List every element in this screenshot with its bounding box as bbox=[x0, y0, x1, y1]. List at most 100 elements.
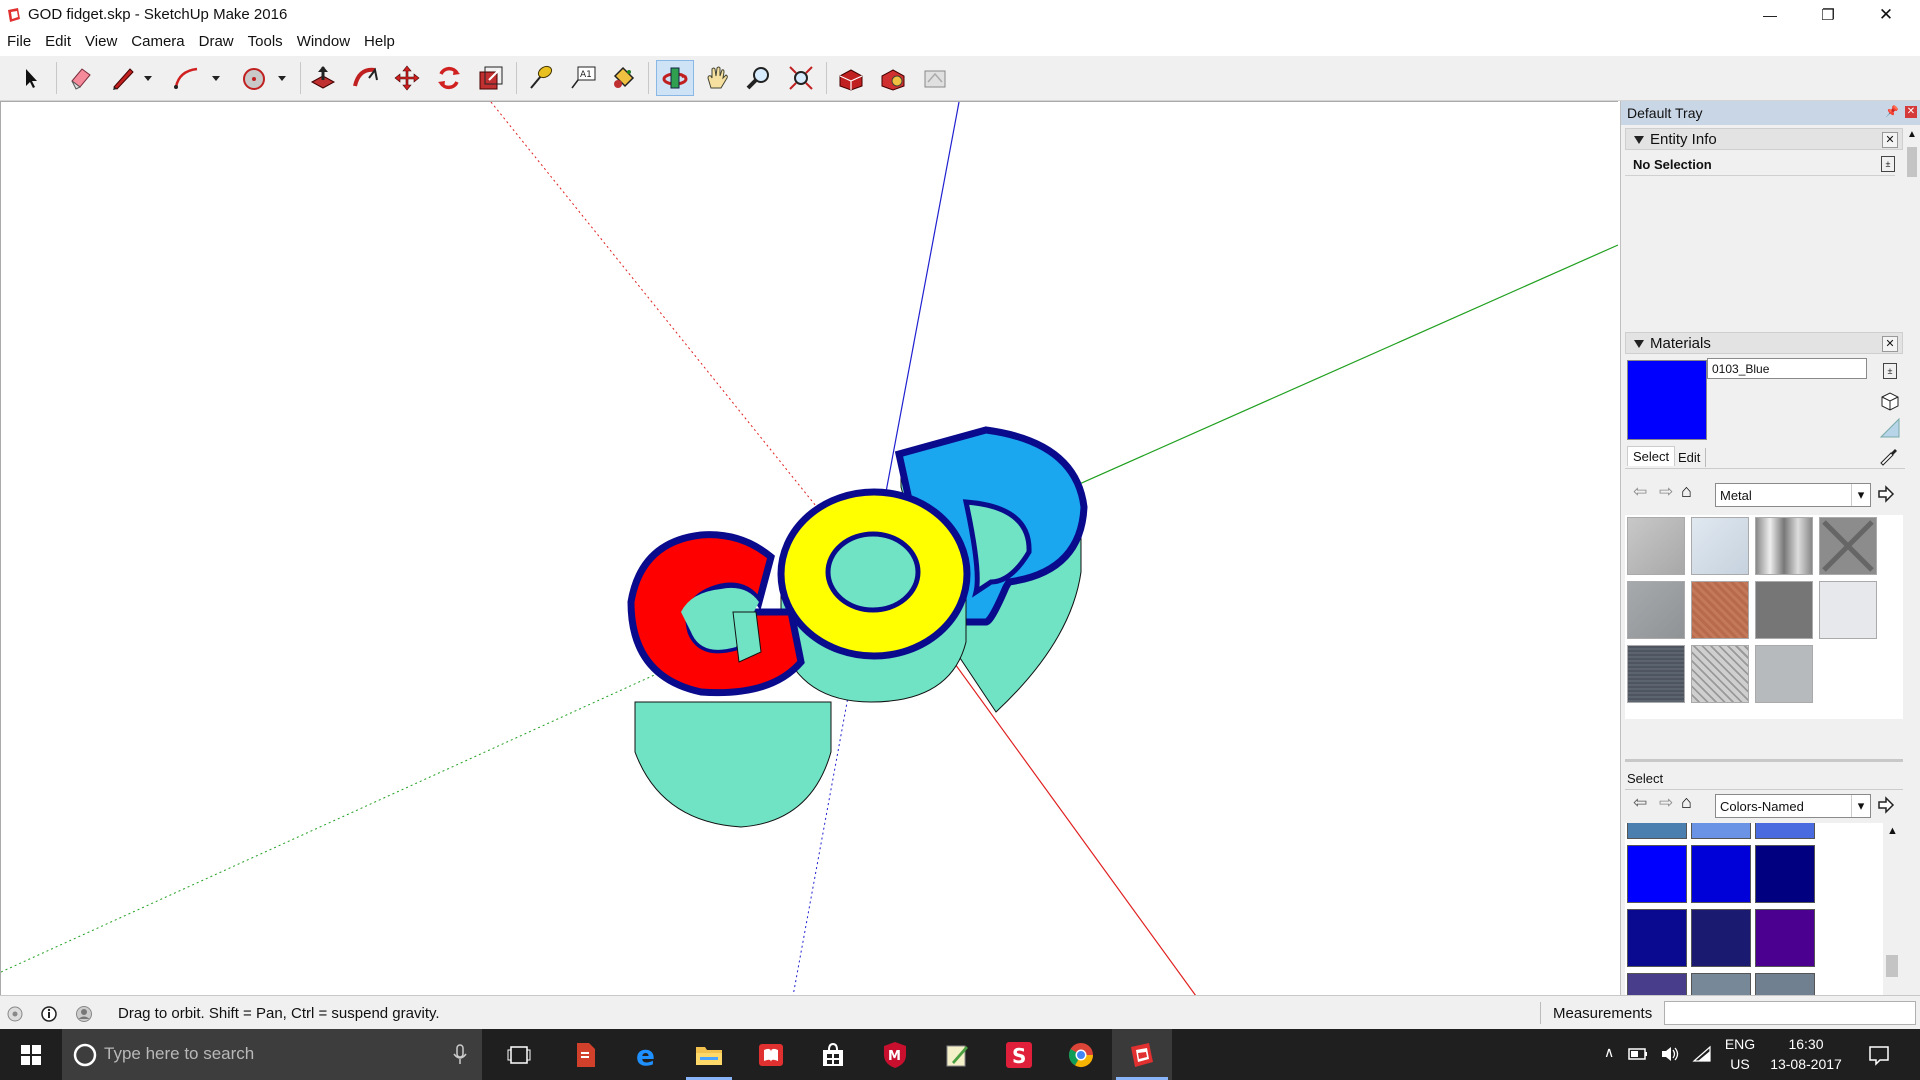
secondary-back-arrow-icon[interactable]: ⇦ bbox=[1633, 793, 1647, 813]
clock-time[interactable]: 16:30 bbox=[1766, 1036, 1846, 1052]
scene-canvas[interactable] bbox=[1, 102, 1618, 996]
create-material-icon[interactable] bbox=[1879, 389, 1901, 411]
taskbar-app-mcafee[interactable]: M bbox=[868, 1029, 922, 1080]
input-language[interactable]: ENG bbox=[1722, 1036, 1758, 1052]
swatch-metal-9[interactable] bbox=[1627, 645, 1685, 703]
action-center-icon[interactable] bbox=[1868, 1044, 1890, 1066]
tray-scrollbar[interactable]: ▲ bbox=[1905, 127, 1919, 995]
swatch-metal-2[interactable] bbox=[1691, 517, 1749, 575]
swatch-color-7[interactable] bbox=[1627, 909, 1687, 967]
orbit-tool-button[interactable] bbox=[656, 60, 694, 96]
maximize-button[interactable]: ❐ bbox=[1799, 0, 1857, 30]
menu-edit[interactable]: Edit bbox=[38, 30, 78, 54]
material-name-field[interactable]: 0103_Blue bbox=[1707, 358, 1867, 379]
close-button[interactable]: ✕ bbox=[1857, 0, 1915, 30]
collapse-triangle-icon[interactable] bbox=[1634, 340, 1644, 348]
circle-tool-button[interactable] bbox=[235, 60, 273, 96]
swatch-metal-10[interactable] bbox=[1691, 645, 1749, 703]
geo-location-icon[interactable] bbox=[6, 1005, 24, 1023]
battery-icon[interactable] bbox=[1628, 1047, 1648, 1061]
line-tool-dropdown[interactable] bbox=[138, 60, 158, 96]
swatch-metal-8[interactable] bbox=[1819, 581, 1877, 639]
secondary-home-icon[interactable]: ⌂ bbox=[1681, 792, 1692, 813]
panel-divider[interactable] bbox=[1625, 759, 1903, 762]
tray-close-icon[interactable]: ✕ bbox=[1905, 106, 1917, 118]
swatch-color-6[interactable] bbox=[1755, 845, 1815, 903]
collapse-triangle-icon[interactable] bbox=[1634, 136, 1644, 144]
swatch-metal-1[interactable] bbox=[1627, 517, 1685, 575]
swatch-color-12[interactable] bbox=[1755, 973, 1815, 995]
user-account-icon[interactable] bbox=[75, 1005, 93, 1023]
swatch-color-4[interactable] bbox=[1627, 845, 1687, 903]
scale-tool-button[interactable] bbox=[472, 60, 510, 96]
arc-tool-dropdown[interactable] bbox=[206, 60, 226, 96]
taskbar-app-s[interactable]: S bbox=[992, 1029, 1046, 1080]
tab-edit[interactable]: Edit bbox=[1673, 448, 1706, 467]
materials-panel-header[interactable]: Materials ✕ bbox=[1625, 332, 1903, 354]
swatch-metal-6[interactable] bbox=[1691, 581, 1749, 639]
materials-close-icon[interactable]: ✕ bbox=[1882, 336, 1898, 352]
swatch-metal-7[interactable] bbox=[1755, 581, 1813, 639]
taskbar-search-box[interactable]: Type here to search bbox=[62, 1029, 482, 1080]
swatch-color-10[interactable] bbox=[1627, 973, 1687, 995]
credits-info-icon[interactable] bbox=[40, 1005, 58, 1023]
scroll-up-icon[interactable]: ▲ bbox=[1907, 129, 1917, 140]
entity-info-close-icon[interactable]: ✕ bbox=[1882, 132, 1898, 148]
menu-camera[interactable]: Camera bbox=[124, 30, 191, 54]
back-arrow-icon[interactable]: ⇦ bbox=[1633, 482, 1647, 502]
move-tool-button[interactable] bbox=[388, 60, 426, 96]
tab-select[interactable]: Select bbox=[1627, 446, 1675, 466]
swatch-color-11[interactable] bbox=[1691, 973, 1751, 995]
microphone-icon[interactable] bbox=[452, 1044, 468, 1066]
taskbar-app-notepad[interactable] bbox=[930, 1029, 984, 1080]
taskbar-app-pdf[interactable] bbox=[558, 1029, 612, 1080]
swatch-color-2[interactable] bbox=[1691, 823, 1751, 839]
details-arrow-icon[interactable] bbox=[1877, 485, 1895, 503]
entity-info-panel-header[interactable]: Entity Info ✕ bbox=[1625, 128, 1903, 150]
scroll-up-icon[interactable]: ▲ bbox=[1887, 825, 1898, 837]
colors-scroll-thumb[interactable] bbox=[1886, 955, 1898, 977]
swatch-color-1[interactable] bbox=[1627, 823, 1687, 839]
taskbar-app-sketchup[interactable] bbox=[1112, 1029, 1172, 1080]
swatch-metal-11[interactable] bbox=[1755, 645, 1813, 703]
menu-window[interactable]: Window bbox=[290, 30, 357, 54]
zoom-tool-button[interactable] bbox=[740, 60, 778, 96]
pin-icon[interactable]: 📌 bbox=[1885, 105, 1899, 118]
swatch-color-9[interactable] bbox=[1755, 909, 1815, 967]
letter-o-model[interactable] bbox=[781, 492, 967, 702]
menu-file[interactable]: File bbox=[0, 30, 38, 54]
swatch-metal-5[interactable] bbox=[1627, 581, 1685, 639]
paint-bucket-tool-button[interactable] bbox=[604, 60, 642, 96]
arc-tool-button[interactable] bbox=[168, 60, 206, 96]
menu-draw[interactable]: Draw bbox=[192, 30, 241, 54]
zoom-extents-tool-button[interactable] bbox=[782, 60, 820, 96]
follow-me-tool-button[interactable] bbox=[346, 60, 384, 96]
swatch-metal-3[interactable] bbox=[1755, 517, 1813, 575]
taskbar-app-chrome[interactable] bbox=[1054, 1029, 1108, 1080]
secondary-library-select[interactable]: Colors-Named ▾ bbox=[1715, 794, 1871, 818]
swatch-color-3[interactable] bbox=[1755, 823, 1815, 839]
text-tool-button[interactable]: A1 bbox=[564, 60, 602, 96]
select-tool-button[interactable] bbox=[12, 60, 50, 96]
volume-icon[interactable] bbox=[1660, 1045, 1680, 1063]
3d-warehouse-button[interactable] bbox=[832, 60, 870, 96]
taskbar-app-reader[interactable] bbox=[744, 1029, 798, 1080]
show-hidden-icons-icon[interactable]: ∧ bbox=[1604, 1044, 1614, 1061]
swatch-color-5[interactable] bbox=[1691, 845, 1751, 903]
menu-tools[interactable]: Tools bbox=[241, 30, 290, 54]
eraser-tool-button[interactable] bbox=[62, 60, 100, 96]
swatch-color-8[interactable] bbox=[1691, 909, 1751, 967]
taskbar-app-file-explorer[interactable] bbox=[682, 1029, 736, 1080]
home-icon[interactable]: ⌂ bbox=[1681, 481, 1692, 502]
pan-tool-button[interactable] bbox=[698, 60, 736, 96]
task-view-button[interactable] bbox=[492, 1029, 546, 1080]
clock-date[interactable]: 13-08-2017 bbox=[1766, 1056, 1846, 1072]
display-secondary-icon[interactable]: ± bbox=[1883, 363, 1897, 379]
send-to-layout-button[interactable] bbox=[916, 60, 954, 96]
secondary-forward-arrow-icon[interactable]: ⇨ bbox=[1659, 793, 1673, 813]
taskbar-app-edge[interactable]: e bbox=[620, 1029, 674, 1080]
tape-measure-tool-button[interactable] bbox=[522, 60, 560, 96]
swatch-metal-4[interactable] bbox=[1819, 517, 1877, 575]
extension-warehouse-button[interactable] bbox=[874, 60, 912, 96]
menu-view[interactable]: View bbox=[78, 30, 124, 54]
